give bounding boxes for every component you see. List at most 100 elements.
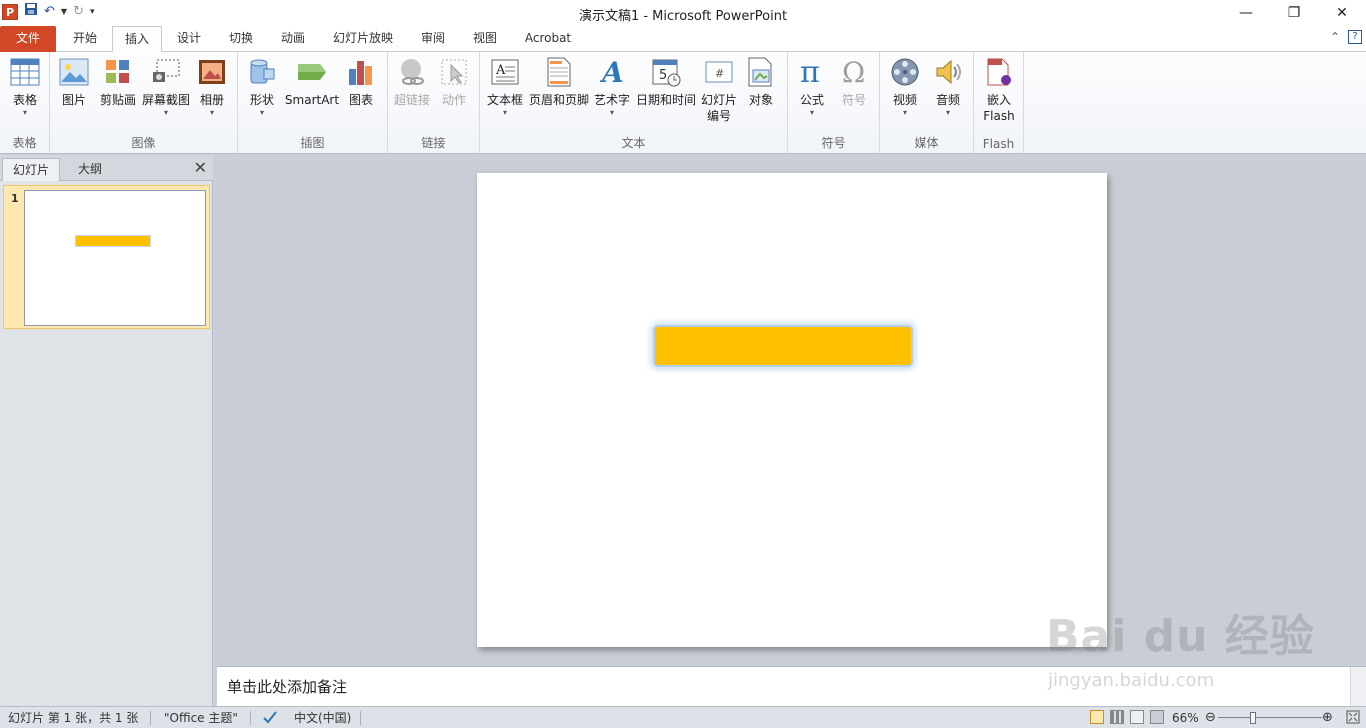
smartart-icon (296, 56, 328, 88)
audio-button[interactable]: 音频 ▾ (930, 56, 966, 118)
smartart-button[interactable]: SmartArt (284, 56, 340, 108)
status-separator (360, 711, 361, 725)
language-status[interactable]: 中文(中国) (294, 710, 351, 726)
slide-sorter-view-icon[interactable] (1110, 710, 1124, 724)
object-icon (745, 56, 777, 88)
header-footer-button[interactable]: 页眉和页脚 (528, 56, 590, 108)
zoom-slider-thumb[interactable] (1250, 712, 1256, 724)
close-button[interactable]: ✕ (1318, 0, 1366, 26)
tab-acrobat[interactable]: Acrobat (514, 26, 582, 52)
wordart-button[interactable]: A 艺术字 ▾ (592, 56, 632, 118)
slide-number-button[interactable]: # 幻灯片 编号 (700, 56, 738, 124)
symbol-button[interactable]: Ω 符号 (836, 56, 872, 108)
group-media: 视频 ▾ 音频 ▾ 媒体 (880, 52, 974, 154)
svg-text:#: # (715, 67, 724, 80)
tab-slides[interactable]: 幻灯片 (2, 158, 60, 181)
textbox-icon: A (489, 56, 521, 88)
zoom-level[interactable]: 66% (1172, 710, 1199, 726)
table-button[interactable]: 表格 ▾ (6, 56, 44, 118)
spell-check-icon[interactable] (262, 710, 278, 728)
hyperlink-button[interactable]: 超链接 (392, 56, 432, 108)
group-images: 图片 剪贴画 屏幕截图 ▾ 相册 ▾ 图像 (50, 52, 238, 154)
svg-text:π: π (800, 57, 820, 87)
textbox-button[interactable]: A 文本框 ▾ (484, 56, 526, 118)
equation-dropdown-icon: ▾ (809, 108, 814, 117)
baidu-watermark-url: jingyan.baidu.com (1048, 670, 1215, 691)
picture-button[interactable]: 图片 (56, 56, 92, 108)
zoom-in-icon[interactable]: ⊕ (1322, 710, 1333, 726)
video-dropdown-icon: ▾ (902, 108, 907, 117)
screenshot-button[interactable]: 屏幕截图 ▾ (140, 56, 192, 118)
slideshow-view-icon[interactable] (1150, 710, 1164, 724)
equation-button[interactable]: π 公式 ▾ (794, 56, 830, 118)
window-title: 演示文稿1 - Microsoft PowerPoint (578, 9, 788, 24)
audio-dropdown-icon: ▾ (945, 108, 950, 117)
clipart-button[interactable]: 剪贴画 (96, 56, 140, 108)
photo-album-button[interactable]: 相册 ▾ (194, 56, 230, 118)
help-icon[interactable]: ? (1348, 30, 1362, 44)
table-dropdown-icon: ▾ (22, 108, 27, 117)
tab-home[interactable]: 开始 (60, 26, 110, 52)
group-text: A 文本框 ▾ 页眉和页脚 A 艺术字 ▾ 5 日期和时间 # 幻灯片 编号 对… (480, 52, 788, 154)
table-icon (9, 56, 41, 88)
theme-status[interactable]: "Office 主题" (164, 710, 238, 726)
slide-thumbnail[interactable] (24, 190, 206, 326)
baidu-watermark: Bai du 经验 (1046, 611, 1315, 662)
chart-icon (345, 56, 377, 88)
tab-outline[interactable]: 大纲 (60, 158, 120, 181)
flash-icon (983, 56, 1015, 88)
svg-text:A: A (495, 63, 506, 78)
slide-thumbnail-item[interactable]: 1 (3, 185, 210, 329)
action-icon (438, 56, 470, 88)
tab-animations[interactable]: 动画 (268, 26, 318, 52)
zoom-slider-track[interactable] (1218, 717, 1322, 718)
notes-scrollbar[interactable] (1350, 667, 1366, 707)
ribbon: 表格 ▾ 表格 图片 剪贴画 屏幕截图 ▾ 相册 ▾ 图像 形状 ▾ Smart… (0, 52, 1366, 154)
embed-flash-button[interactable]: 嵌入 Flash (980, 56, 1018, 124)
shapes-dropdown-icon: ▾ (259, 108, 264, 117)
photo-album-icon (196, 56, 228, 88)
slides-panel: 幻灯片 大纲 ✕ 1 (0, 155, 213, 706)
close-panel-icon[interactable]: ✕ (194, 158, 207, 178)
restore-button[interactable]: ❐ (1270, 0, 1318, 26)
tab-insert[interactable]: 插入 (112, 26, 162, 52)
hyperlink-icon (396, 56, 428, 88)
datetime-button[interactable]: 5 日期和时间 (634, 56, 698, 108)
chart-button[interactable]: 图表 (344, 56, 378, 108)
tab-transitions[interactable]: 切换 (216, 26, 266, 52)
video-button[interactable]: 视频 ▾ (886, 56, 924, 118)
speaker-icon (932, 56, 964, 88)
screenshot-icon (150, 56, 182, 88)
group-tables: 表格 ▾ 表格 (0, 52, 50, 154)
group-illustrations: 形状 ▾ SmartArt 图表 插图 (238, 52, 388, 154)
zoom-out-icon[interactable]: ⊖ (1205, 710, 1216, 726)
tab-slideshow[interactable]: 幻灯片放映 (322, 26, 404, 52)
action-button[interactable]: 动作 (436, 56, 472, 108)
notes-placeholder[interactable]: 单击此处添加备注 (227, 676, 347, 697)
minimize-button[interactable]: — (1222, 0, 1270, 26)
slide-canvas[interactable] (477, 173, 1107, 647)
minimize-ribbon-icon[interactable]: ⌃ (1330, 30, 1340, 44)
tab-design[interactable]: 设计 (164, 26, 214, 52)
status-separator (250, 711, 251, 725)
reading-view-icon[interactable] (1130, 710, 1144, 724)
normal-view-icon[interactable] (1090, 710, 1104, 724)
pi-icon: π (796, 56, 828, 88)
svg-text:A: A (599, 57, 624, 87)
tab-review[interactable]: 审阅 (408, 26, 458, 52)
object-button[interactable]: 对象 (742, 56, 780, 108)
status-separator (150, 711, 151, 725)
ribbon-tabs: 文件 开始 插入 设计 切换 动画 幻灯片放映 审阅 视图 Acrobat ⌃ … (0, 26, 1366, 52)
wordart-dropdown-icon: ▾ (609, 108, 614, 117)
slide-count-status: 幻灯片 第 1 张，共 1 张 (8, 711, 139, 725)
tab-view[interactable]: 视图 (460, 26, 510, 52)
slides-panel-tabs: 幻灯片 大纲 ✕ (0, 155, 213, 181)
group-links: 超链接 动作 链接 (388, 52, 480, 154)
tab-file[interactable]: 文件 (0, 26, 56, 52)
rounded-rectangle-shape[interactable] (653, 325, 913, 367)
calendar-icon: 5 (650, 56, 682, 88)
slide-number-icon: # (703, 56, 735, 88)
svg-text:5: 5 (659, 68, 667, 83)
fit-to-window-icon[interactable] (1346, 710, 1360, 728)
shapes-button[interactable]: 形状 ▾ (244, 56, 280, 118)
